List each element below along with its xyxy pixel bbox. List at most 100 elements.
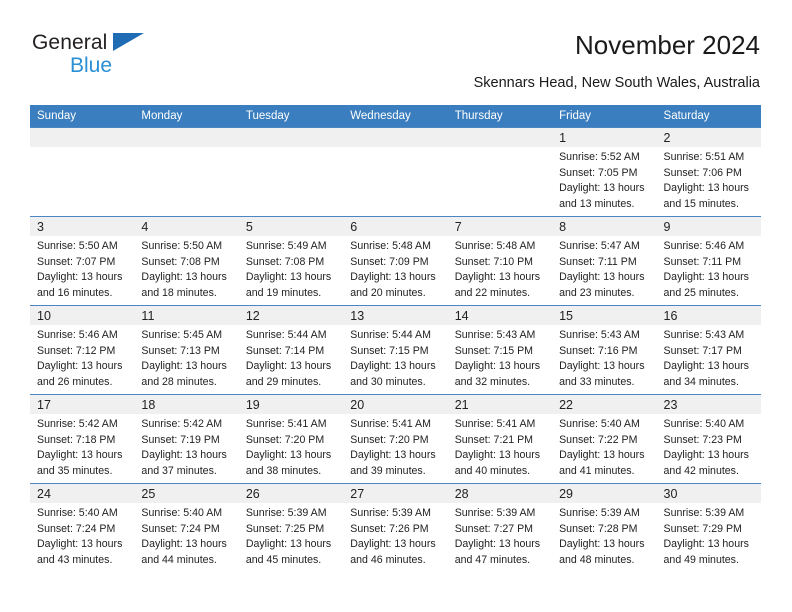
calendar-day-cell[interactable]: 12 Sunrise: 5:44 AM Sunset: 7:14 PM Dayligh…: [238, 305, 344, 395]
calendar-day-cell[interactable]: 8 Sunrise: 5:47 AM Sunset: 7:11 PM Daylight…: [552, 216, 657, 306]
calendar-day-cell[interactable]: 3 Sunrise: 5:50 AM Sunset: 7:07 PM Daylight…: [30, 216, 135, 306]
calendar-week-row: 24 Sunrise: 5:40 AM Sunset: 7:24 PM Dayligh…: [30, 483, 761, 573]
sunrise-time: Sunrise: 5:49 AM: [245, 240, 327, 252]
day-cell-content: 14 Sunrise: 5:43 AM Sunset: 7:15 PM Dayligh…: [447, 306, 553, 394]
day-cell-content: 8 Sunrise: 5:47 AM Sunset: 7:11 PM Daylight…: [552, 217, 657, 305]
sunrise-time: Sunrise: 5:45 AM: [141, 329, 223, 341]
calendar-day-cell[interactable]: 6 Sunrise: 5:48 AM Sunset: 7:09 PM Daylight…: [343, 216, 448, 306]
calendar-day-cell[interactable]: 29 Sunrise: 5:39 AM Sunset: 7:28 PM Dayligh…: [552, 483, 657, 573]
daylight-duration-line1: Daylight: 13 hours: [454, 538, 541, 551]
sunset-time: Sunset: 7:06 PM: [663, 166, 742, 179]
sunset-time: Sunset: 7:24 PM: [141, 522, 220, 535]
daylight-duration-line2: and 38 minutes.: [245, 464, 322, 477]
calendar-day-cell[interactable]: 18 Sunrise: 5:42 AM Sunset: 7:19 PM Dayligh…: [134, 394, 239, 484]
sunset-time: Sunset: 7:19 PM: [141, 433, 220, 446]
daylight-duration-line1: Daylight: 13 hours: [559, 182, 645, 195]
calendar-day-cell[interactable]: 1 Sunrise: 5:52 AM Sunset: 7:05 PM Daylight…: [552, 127, 657, 217]
general-blue-logo[interactable]: General Blue: [32, 32, 144, 76]
day-cell-content: 7 Sunrise: 5:48 AM Sunset: 7:10 PM Daylight…: [447, 217, 553, 305]
day-cell-content: 22 Sunrise: 5:40 AM Sunset: 7:22 PM Dayligh…: [552, 395, 657, 483]
calendar-day-cell[interactable]: 11 Sunrise: 5:45 AM Sunset: 7:13 PM Dayligh…: [134, 305, 239, 395]
sunset-time: Sunset: 7:05 PM: [559, 166, 638, 179]
day-number: [30, 128, 135, 147]
calendar-day-cell[interactable]: 16 Sunrise: 5:43 AM Sunset: 7:17 PM Dayligh…: [656, 305, 761, 395]
weekday-header-wednesday: Wednesday: [343, 105, 448, 128]
calendar-day-cell[interactable]: 2 Sunrise: 5:51 AM Sunset: 7:06 PM Daylight…: [656, 127, 761, 217]
calendar-day-cell-empty: [30, 127, 135, 217]
day-cell-content: 18 Sunrise: 5:42 AM Sunset: 7:19 PM Dayligh…: [134, 395, 239, 483]
day-sun-info: Sunrise: 5:48 AM Sunset: 7:10 PM Daylight:…: [448, 236, 552, 301]
day-cell-content: 20 Sunrise: 5:41 AM Sunset: 7:20 PM Dayligh…: [343, 395, 448, 483]
sunrise-time: Sunrise: 5:41 AM: [350, 418, 431, 430]
daylight-duration-line2: and 46 minutes.: [350, 553, 426, 566]
calendar-day-cell[interactable]: 26 Sunrise: 5:39 AM Sunset: 7:25 PM Dayligh…: [238, 483, 344, 573]
calendar-day-cell[interactable]: 7 Sunrise: 5:48 AM Sunset: 7:10 PM Daylight…: [447, 216, 553, 306]
day-cell-content: 27 Sunrise: 5:39 AM Sunset: 7:26 PM Dayligh…: [343, 484, 448, 573]
calendar-day-cell[interactable]: 17 Sunrise: 5:42 AM Sunset: 7:18 PM Dayligh…: [30, 394, 135, 484]
calendar-day-cell[interactable]: 13 Sunrise: 5:44 AM Sunset: 7:15 PM Dayligh…: [343, 305, 448, 395]
daylight-duration-line2: and 28 minutes.: [141, 375, 217, 388]
calendar-week-row: 1 Sunrise: 5:52 AM Sunset: 7:05 PM Daylight…: [30, 127, 761, 217]
sunset-time: Sunset: 7:14 PM: [245, 344, 325, 357]
calendar-day-cell[interactable]: 19 Sunrise: 5:41 AM Sunset: 7:20 PM Dayligh…: [238, 394, 344, 484]
daylight-duration-line2: and 30 minutes.: [350, 375, 426, 388]
calendar-day-cell[interactable]: 27 Sunrise: 5:39 AM Sunset: 7:26 PM Dayligh…: [343, 483, 448, 573]
sunrise-time: Sunrise: 5:51 AM: [663, 151, 745, 163]
daylight-duration-line2: and 20 minutes.: [350, 286, 426, 299]
calendar-day-cell[interactable]: 4 Sunrise: 5:50 AM Sunset: 7:08 PM Daylight…: [134, 216, 239, 306]
calendar-day-cell[interactable]: 15 Sunrise: 5:43 AM Sunset: 7:16 PM Dayligh…: [552, 305, 657, 395]
daylight-duration-line1: Daylight: 13 hours: [350, 360, 436, 373]
sunrise-time: Sunrise: 5:40 AM: [559, 418, 640, 430]
calendar-day-cell[interactable]: 23 Sunrise: 5:40 AM Sunset: 7:23 PM Dayligh…: [656, 394, 761, 484]
sunset-time: Sunset: 7:25 PM: [245, 522, 325, 535]
day-number: 9: [656, 217, 761, 236]
day-sun-info: Sunrise: 5:40 AM Sunset: 7:24 PM Daylight:…: [134, 503, 238, 568]
daylight-duration-line1: Daylight: 13 hours: [350, 449, 436, 462]
weekday-header-monday: Monday: [134, 105, 239, 128]
daylight-duration-line1: Daylight: 13 hours: [245, 538, 332, 551]
day-number: 19: [238, 395, 344, 414]
sunset-time: Sunset: 7:17 PM: [663, 344, 742, 357]
daylight-duration-line1: Daylight: 13 hours: [663, 360, 749, 373]
calendar-day-cell[interactable]: 24 Sunrise: 5:40 AM Sunset: 7:24 PM Dayligh…: [30, 483, 135, 573]
daylight-duration-line2: and 22 minutes.: [454, 286, 531, 299]
sunrise-time: Sunrise: 5:39 AM: [559, 507, 640, 519]
calendar-day-cell[interactable]: 28 Sunrise: 5:39 AM Sunset: 7:27 PM Dayligh…: [447, 483, 553, 573]
day-cell-content: [30, 128, 135, 216]
day-number: 25: [134, 484, 239, 503]
sunrise-time: Sunrise: 5:42 AM: [141, 418, 223, 430]
sunset-time: Sunset: 7:20 PM: [245, 433, 325, 446]
day-cell-content: 30 Sunrise: 5:39 AM Sunset: 7:29 PM Dayligh…: [656, 484, 761, 573]
calendar-day-cell[interactable]: 20 Sunrise: 5:41 AM Sunset: 7:20 PM Dayligh…: [343, 394, 448, 484]
calendar-day-cell[interactable]: 14 Sunrise: 5:43 AM Sunset: 7:15 PM Dayligh…: [447, 305, 553, 395]
sunset-time: Sunset: 7:29 PM: [663, 522, 742, 535]
day-number: 24: [30, 484, 135, 503]
daylight-duration-line2: and 26 minutes.: [37, 375, 113, 388]
daylight-duration-line1: Daylight: 13 hours: [663, 538, 749, 551]
daylight-duration-line1: Daylight: 13 hours: [245, 449, 332, 462]
calendar-day-cell[interactable]: 9 Sunrise: 5:46 AM Sunset: 7:11 PM Daylight…: [656, 216, 761, 306]
day-cell-content: 16 Sunrise: 5:43 AM Sunset: 7:17 PM Dayligh…: [656, 306, 761, 394]
daylight-duration-line2: and 23 minutes.: [559, 286, 635, 299]
sunrise-time: Sunrise: 5:40 AM: [141, 507, 223, 519]
calendar-day-cell[interactable]: 30 Sunrise: 5:39 AM Sunset: 7:29 PM Dayligh…: [656, 483, 761, 573]
daylight-duration-line1: Daylight: 13 hours: [37, 538, 123, 551]
day-cell-content: 11 Sunrise: 5:45 AM Sunset: 7:13 PM Dayligh…: [134, 306, 239, 394]
weekday-header-thursday: Thursday: [447, 105, 553, 128]
daylight-duration-line2: and 49 minutes.: [663, 553, 739, 566]
daylight-duration-line1: Daylight: 13 hours: [37, 271, 123, 284]
calendar-day-cell[interactable]: 5 Sunrise: 5:49 AM Sunset: 7:08 PM Daylight…: [238, 216, 344, 306]
day-cell-content: 2 Sunrise: 5:51 AM Sunset: 7:06 PM Daylight…: [656, 128, 761, 216]
calendar-day-cell[interactable]: 10 Sunrise: 5:46 AM Sunset: 7:12 PM Dayligh…: [30, 305, 135, 395]
day-number: 18: [134, 395, 239, 414]
calendar-day-cell[interactable]: 22 Sunrise: 5:40 AM Sunset: 7:22 PM Dayligh…: [552, 394, 657, 484]
calendar-day-cell[interactable]: 21 Sunrise: 5:41 AM Sunset: 7:21 PM Dayligh…: [447, 394, 553, 484]
daylight-duration-line1: Daylight: 13 hours: [141, 360, 227, 373]
calendar-header-row: Sunday Monday Tuesday Wednesday Thursday…: [30, 105, 761, 128]
page-title: November 2024: [575, 30, 760, 60]
day-cell-content: [343, 128, 448, 216]
day-sun-info: Sunrise: 5:42 AM Sunset: 7:18 PM Daylight:…: [30, 414, 134, 479]
calendar-day-cell[interactable]: 25 Sunrise: 5:40 AM Sunset: 7:24 PM Dayligh…: [134, 483, 239, 573]
day-sun-info: Sunrise: 5:39 AM Sunset: 7:27 PM Daylight:…: [448, 503, 552, 568]
sunset-time: Sunset: 7:18 PM: [37, 433, 116, 446]
